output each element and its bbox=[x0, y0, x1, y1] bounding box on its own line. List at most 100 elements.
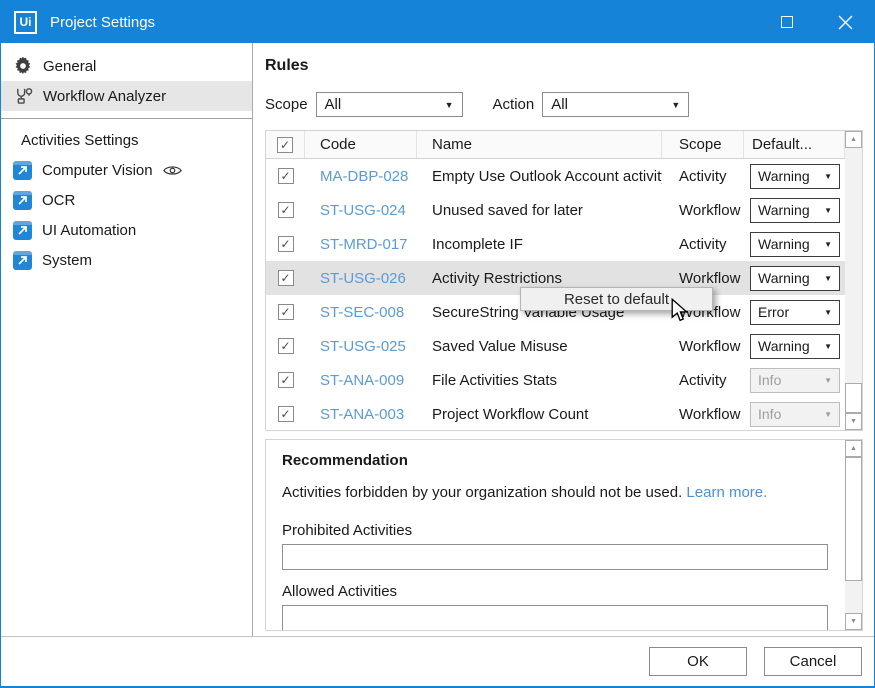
scrollbar-thumb[interactable] bbox=[845, 457, 862, 581]
row-name: File Activities Stats bbox=[417, 372, 662, 389]
row-default-combo[interactable]: Info ▼ bbox=[750, 402, 840, 427]
scope-filter-dropdown[interactable]: All ▼ bbox=[316, 92, 463, 117]
row-checkbox-cell: ✓ bbox=[266, 304, 305, 320]
sidebar-item-system[interactable]: System bbox=[1, 245, 252, 275]
row-default-value: Warning bbox=[758, 202, 810, 218]
table-row[interactable]: ✓ ST-MRD-017 Incomplete IF Activity Warn… bbox=[266, 227, 845, 261]
table-row[interactable]: ✓ MA-DBP-028 Empty Use Outlook Account a… bbox=[266, 159, 845, 193]
chevron-down-icon: ▼ bbox=[824, 240, 832, 249]
close-icon bbox=[838, 15, 853, 30]
column-header-name[interactable]: Name bbox=[417, 131, 662, 158]
sidebar-item-label: UI Automation bbox=[42, 222, 136, 239]
row-code[interactable]: ST-MRD-017 bbox=[305, 236, 417, 253]
row-default-combo[interactable]: Warning ▼ bbox=[750, 232, 840, 257]
column-header-default[interactable]: Default... bbox=[744, 131, 845, 158]
table-scrollbar[interactable]: ▲ ▼ bbox=[845, 131, 862, 430]
select-all-checkbox[interactable]: ✓ bbox=[277, 137, 293, 153]
sidebar-item-general[interactable]: General bbox=[1, 51, 252, 81]
scroll-down-icon[interactable]: ▼ bbox=[845, 613, 862, 630]
row-checkbox[interactable]: ✓ bbox=[278, 406, 294, 422]
sidebar-item-label: General bbox=[43, 58, 96, 75]
select-all-checkbox-cell: ✓ bbox=[266, 131, 305, 158]
row-checkbox[interactable]: ✓ bbox=[278, 372, 294, 388]
recommendation-scrollbar[interactable]: ▲ ▼ bbox=[845, 440, 862, 630]
workflow-analyzer-icon bbox=[13, 86, 33, 106]
row-checkbox[interactable]: ✓ bbox=[278, 304, 294, 320]
table-header: ✓ Code Name Scope Default... bbox=[266, 131, 845, 159]
scope-filter-value: All bbox=[325, 96, 342, 113]
chevron-down-icon: ▼ bbox=[824, 410, 832, 419]
row-default-value: Info bbox=[758, 372, 781, 388]
row-checkbox[interactable]: ✓ bbox=[278, 338, 294, 354]
sidebar-item-computer-vision[interactable]: Computer Vision bbox=[1, 155, 252, 185]
rules-panel: Rules Scope All ▼ Action All ▼ bbox=[253, 43, 874, 636]
row-name: Unused saved for later bbox=[417, 202, 662, 219]
activity-package-icon bbox=[13, 221, 32, 240]
row-checkbox[interactable]: ✓ bbox=[278, 236, 294, 252]
action-filter-dropdown[interactable]: All ▼ bbox=[542, 92, 689, 117]
row-name: Empty Use Outlook Account activity bbox=[417, 168, 662, 185]
scroll-up-icon[interactable]: ▲ bbox=[845, 131, 862, 148]
row-checkbox[interactable]: ✓ bbox=[278, 270, 294, 286]
column-header-code[interactable]: Code bbox=[305, 131, 417, 158]
row-name: Activity Restrictions bbox=[417, 270, 662, 287]
sidebar-item-label: OCR bbox=[42, 192, 75, 209]
uipath-logo-icon: Ui bbox=[14, 11, 37, 34]
maximize-icon bbox=[781, 16, 793, 28]
prohibited-activities-label: Prohibited Activities bbox=[282, 522, 829, 539]
scope-filter-label: Scope bbox=[265, 96, 308, 113]
row-default-combo[interactable]: Warning ▼ bbox=[750, 164, 840, 189]
window-controls bbox=[758, 1, 874, 43]
table-row[interactable]: ✓ ST-ANA-003 Project Workflow Count Work… bbox=[266, 397, 845, 430]
learn-more-link[interactable]: Learn more. bbox=[686, 484, 767, 501]
chevron-down-icon: ▼ bbox=[445, 100, 454, 110]
row-code[interactable]: ST-ANA-003 bbox=[305, 406, 417, 423]
row-code[interactable]: MA-DBP-028 bbox=[305, 168, 417, 185]
project-settings-dialog: Ui Project Settings General bbox=[0, 0, 875, 688]
row-name: Saved Value Misuse bbox=[417, 338, 662, 355]
table-row[interactable]: ✓ ST-USG-025 Saved Value Misuse Workflow… bbox=[266, 329, 845, 363]
maximize-button[interactable] bbox=[758, 1, 816, 43]
scrollbar-track[interactable] bbox=[845, 581, 862, 613]
scrollbar-thumb[interactable] bbox=[845, 383, 862, 413]
table-row[interactable]: ✓ ST-USG-024 Unused saved for later Work… bbox=[266, 193, 845, 227]
table-row[interactable]: ✓ ST-ANA-009 File Activities Stats Activ… bbox=[266, 363, 845, 397]
row-code[interactable]: ST-USG-024 bbox=[305, 202, 417, 219]
scroll-up-icon[interactable]: ▲ bbox=[845, 440, 862, 457]
sidebar-item-ui-automation[interactable]: UI Automation bbox=[1, 215, 252, 245]
row-scope: Workflow bbox=[662, 338, 744, 355]
ok-button[interactable]: OK bbox=[649, 647, 747, 676]
row-checkbox-cell: ✓ bbox=[266, 372, 305, 388]
scrollbar-track[interactable] bbox=[845, 148, 862, 383]
context-menu-item-reset-to-default[interactable]: Reset to default bbox=[564, 291, 669, 308]
sidebar-item-ocr[interactable]: OCR bbox=[1, 185, 252, 215]
row-code[interactable]: ST-USG-025 bbox=[305, 338, 417, 355]
allowed-activities-input[interactable] bbox=[282, 605, 828, 630]
row-default-combo[interactable]: Warning ▼ bbox=[750, 334, 840, 359]
row-default-value: Warning bbox=[758, 338, 810, 354]
row-scope: Workflow bbox=[662, 202, 744, 219]
close-button[interactable] bbox=[816, 1, 874, 43]
row-code[interactable]: ST-USG-026 bbox=[305, 270, 417, 287]
row-scope: Workflow bbox=[662, 270, 744, 287]
row-name: Incomplete IF bbox=[417, 236, 662, 253]
row-checkbox[interactable]: ✓ bbox=[278, 202, 294, 218]
row-checkbox-cell: ✓ bbox=[266, 236, 305, 252]
sidebar-divider bbox=[1, 118, 252, 119]
row-code[interactable]: ST-SEC-008 bbox=[305, 304, 417, 321]
scroll-down-icon[interactable]: ▼ bbox=[845, 413, 862, 430]
row-default-combo[interactable]: Error ▼ bbox=[750, 300, 840, 325]
row-default-combo[interactable]: Warning ▼ bbox=[750, 198, 840, 223]
rules-heading: Rules bbox=[265, 57, 874, 75]
column-header-scope[interactable]: Scope bbox=[662, 131, 744, 158]
eye-icon[interactable] bbox=[163, 164, 182, 177]
prohibited-activities-input[interactable] bbox=[282, 544, 828, 570]
sidebar-item-workflow-analyzer[interactable]: Workflow Analyzer bbox=[1, 81, 252, 111]
row-code[interactable]: ST-ANA-009 bbox=[305, 372, 417, 389]
row-default-combo[interactable]: Warning ▼ bbox=[750, 266, 840, 291]
cancel-button[interactable]: Cancel bbox=[764, 647, 862, 676]
row-default-combo[interactable]: Info ▼ bbox=[750, 368, 840, 393]
activity-package-icon bbox=[13, 251, 32, 270]
row-checkbox[interactable]: ✓ bbox=[278, 168, 294, 184]
row-scope: Activity bbox=[662, 372, 744, 389]
